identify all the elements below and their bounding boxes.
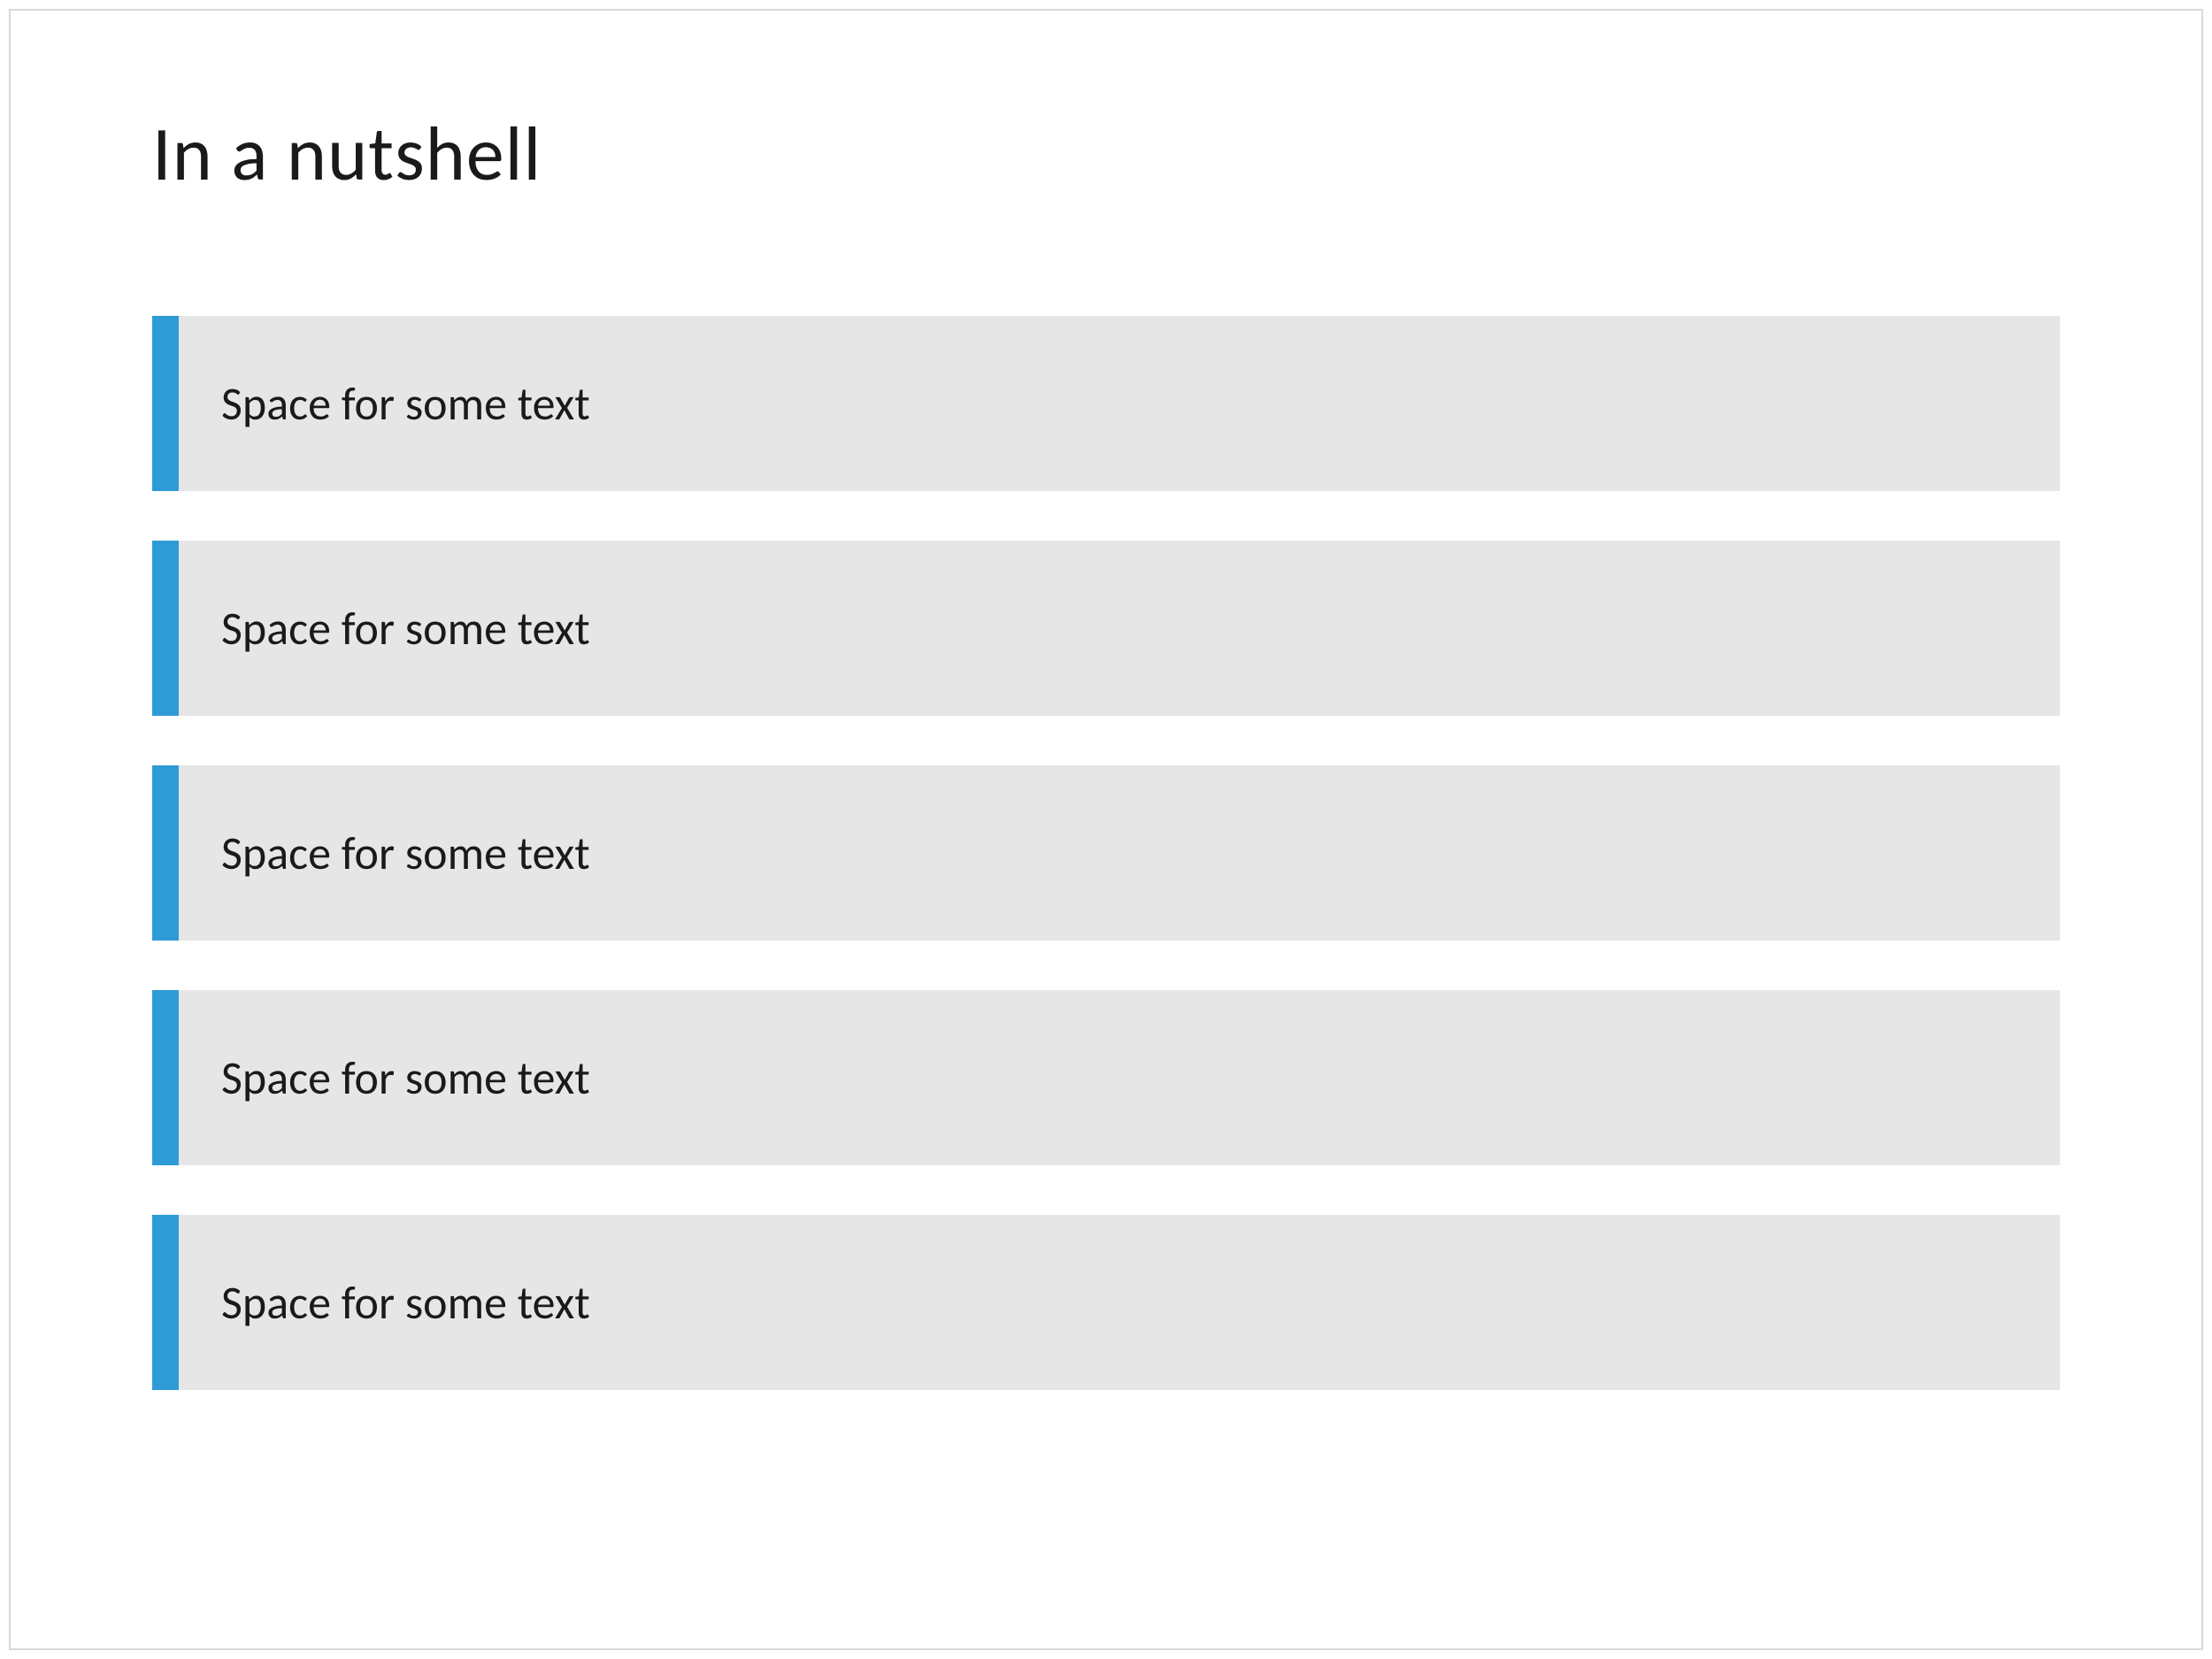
- accent-bar: [152, 990, 179, 1165]
- list-item: Space for some text: [152, 765, 2060, 941]
- item-body: Space for some text: [179, 541, 2060, 716]
- accent-bar: [152, 765, 179, 941]
- item-body: Space for some text: [179, 1215, 2060, 1390]
- accent-bar: [152, 541, 179, 716]
- item-body: Space for some text: [179, 990, 2060, 1165]
- list-item: Space for some text: [152, 1215, 2060, 1390]
- item-body: Space for some text: [179, 316, 2060, 491]
- item-body: Space for some text: [179, 765, 2060, 941]
- item-text: Space for some text: [221, 375, 590, 432]
- accent-bar: [152, 1215, 179, 1390]
- item-text: Space for some text: [221, 1049, 590, 1106]
- item-text: Space for some text: [221, 825, 590, 881]
- list-item: Space for some text: [152, 541, 2060, 716]
- slide-title: In a nutshell: [152, 108, 2060, 201]
- item-text: Space for some text: [221, 600, 590, 657]
- list-item: Space for some text: [152, 990, 2060, 1165]
- list-item: Space for some text: [152, 316, 2060, 491]
- items-list: Space for some text Space for some text …: [152, 316, 2060, 1390]
- item-text: Space for some text: [221, 1274, 590, 1331]
- accent-bar: [152, 316, 179, 491]
- slide-container: In a nutshell Space for some text Space …: [9, 9, 2203, 1650]
